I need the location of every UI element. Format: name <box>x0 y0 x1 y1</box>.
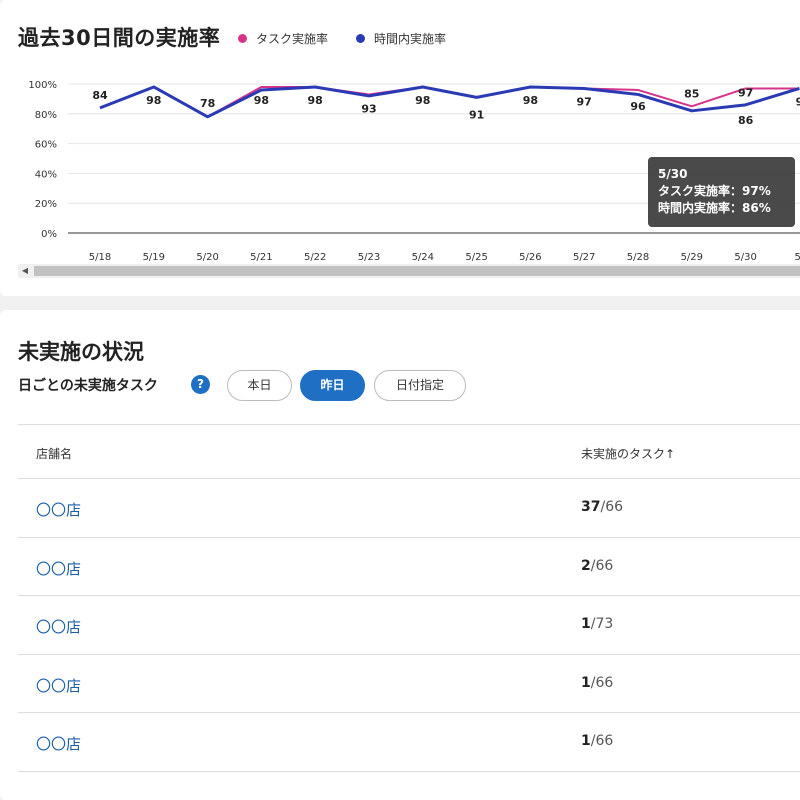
data-label: 98 <box>523 94 538 107</box>
data-label: 86 <box>738 114 754 127</box>
table-row: 〇〇店 1/66 <box>18 713 800 772</box>
x-tick-label: 5/24 <box>412 252 434 263</box>
count-total: /66 <box>590 674 614 691</box>
table-row: 〇〇店 37/66 <box>18 479 800 538</box>
store-link[interactable]: 〇〇店 <box>36 675 81 696</box>
count-value: 2 <box>581 557 591 574</box>
count-value: 37 <box>581 499 601 515</box>
count-value: 1 <box>581 674 591 691</box>
x-tick-label: 5/25 <box>465 252 487 263</box>
unfinished-count: 1/73 <box>581 616 613 632</box>
section-title: 未実施の状況 <box>18 340 144 364</box>
yesterday-button[interactable]: 昨日 <box>300 370 365 401</box>
table-row: 〇〇店 2/66 <box>18 538 800 596</box>
legend-time-dot <box>356 34 365 43</box>
data-label: 98 <box>308 94 323 107</box>
y-tick-label: 0% <box>41 229 57 240</box>
daily-unfinished-label: 日ごとの未実施タスク <box>18 378 158 394</box>
x-tick-label: 5/20 <box>196 252 218 263</box>
y-tick-label: 60% <box>35 140 57 151</box>
data-label: 96 <box>630 100 646 113</box>
table-header: 店舗名 未実施のタスク↑ <box>18 424 800 479</box>
scroll-left-arrow-icon[interactable]: ◀ <box>18 264 32 278</box>
unfinished-count: 1/66 <box>581 733 613 749</box>
store-link[interactable]: 〇〇店 <box>36 733 81 754</box>
today-button[interactable]: 本日 <box>227 370 292 401</box>
x-tick-label: 5/23 <box>358 252 380 263</box>
table-row: 〇〇店 1/66 <box>18 655 800 713</box>
y-tick-label: 80% <box>35 110 57 121</box>
data-label: 9 <box>796 95 800 108</box>
count-value: 1 <box>581 616 591 632</box>
unfinished-table: 店舗名 未実施のタスク↑ 〇〇店 37/66 〇〇店 2/66 〇〇店 1/73… <box>18 424 800 772</box>
data-label: 84 <box>92 89 108 102</box>
legend-task-label: タスク実施率 <box>256 32 329 46</box>
x-tick-label: 5/22 <box>304 252 326 263</box>
chart-tooltip: 5/30 タスク実施率：97% 時間内実施率：86% <box>648 157 795 227</box>
count-total: /66 <box>600 499 624 515</box>
y-tick-label: 20% <box>35 199 57 210</box>
data-label: 97 <box>577 95 592 108</box>
store-link[interactable]: 〇〇店 <box>36 616 81 637</box>
data-label: 91 <box>469 108 484 121</box>
data-label: 85 <box>684 87 699 100</box>
count-total: /66 <box>590 733 614 749</box>
tooltip-time: 時間内実施率：86% <box>658 201 771 215</box>
x-tick-label: 5/21 <box>250 252 272 263</box>
y-tick-label: 100% <box>28 80 57 91</box>
chart-scrollbar[interactable]: ◀ <box>18 264 800 278</box>
unfinished-count: 2/66 <box>581 558 613 574</box>
tooltip-date: 5/30 <box>658 167 688 181</box>
legend-task-dot <box>238 34 247 43</box>
unfinished-count: 1/66 <box>581 675 613 691</box>
x-tick-label: 5/28 <box>627 252 649 263</box>
data-label: 98 <box>254 94 269 107</box>
data-label: 97 <box>738 86 753 99</box>
unfinished-count: 37/66 <box>581 499 623 515</box>
scroll-thumb[interactable] <box>34 266 800 276</box>
column-unfinished-tasks[interactable]: 未実施のタスク↑ <box>581 445 675 462</box>
data-label: 98 <box>146 94 161 107</box>
column-store-name[interactable]: 店舗名 <box>36 445 72 462</box>
legend-time-label: 時間内実施率 <box>374 32 447 46</box>
table-row: 〇〇店 1/73 <box>18 596 800 655</box>
help-icon[interactable]: ? <box>191 375 210 394</box>
count-total: /73 <box>590 616 614 632</box>
x-tick-label: 5/30 <box>734 252 756 263</box>
y-tick-label: 40% <box>35 169 57 180</box>
store-link[interactable]: 〇〇店 <box>36 558 81 579</box>
legend-task[interactable]: タスク実施率 <box>238 30 328 47</box>
x-tick-label: 5/26 <box>519 252 541 263</box>
x-tick-label: 5/18 <box>89 252 111 263</box>
date-select-button[interactable]: 日付指定 <box>374 370 466 401</box>
chart-title: 過去30日間の実施率 <box>18 26 221 50</box>
store-link[interactable]: 〇〇店 <box>36 499 81 520</box>
count-total: /66 <box>590 557 614 574</box>
data-label: 98 <box>415 94 430 107</box>
status-card: 未実施の状況 日ごとの未実施タスク ? 本日 昨日 日付指定 店舗名 未実施のタ… <box>0 310 800 800</box>
count-value: 1 <box>581 733 591 749</box>
x-tick-label: 5/29 <box>681 252 703 263</box>
x-tick-label: 5/27 <box>573 252 595 263</box>
x-tick-label: 5/19 <box>143 252 165 263</box>
data-label: 93 <box>361 102 376 115</box>
x-tick-label: 5/ <box>795 252 800 263</box>
chart-card: 過去30日間の実施率 タスク実施率 時間内実施率 0% 20% 40% 60% 80% 1… <box>0 0 800 296</box>
legend-time[interactable]: 時間内実施率 <box>356 30 446 47</box>
tooltip-task: タスク実施率：97% <box>658 184 771 198</box>
data-label: 78 <box>200 97 215 110</box>
